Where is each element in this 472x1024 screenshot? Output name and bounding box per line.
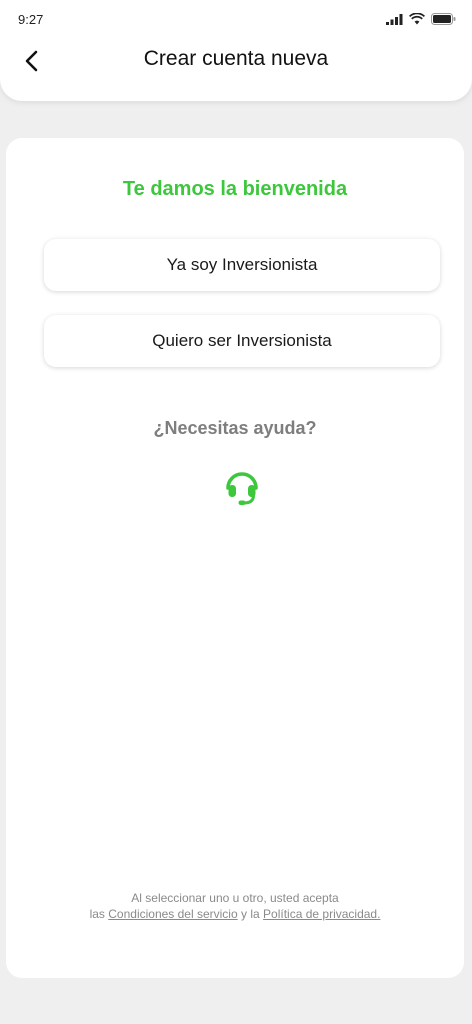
terms-conjunction: y la [241,907,260,921]
page-title: Crear cuenta nueva [143,47,329,70]
top-header: 9:27 Crear cuenta nueva [0,0,472,101]
help-heading: ¿Necesitas ayuda? [153,418,317,438]
signal-icon [386,13,403,25]
terms-prefix: las [89,907,105,921]
wifi-icon [409,13,425,25]
become-investor-button[interactable]: Quiero ser Inversionista [44,315,440,367]
welcome-heading: Te damos la bienvenida [122,178,348,200]
battery-icon [431,13,456,25]
privacy-policy-link[interactable]: Política de privacidad. [263,907,380,921]
status-bar: 9:27 [0,0,472,38]
terms-notice: Al seleccionar uno u otro, usted acepta … [6,890,464,922]
terms-of-service-link[interactable]: Condiciones del servicio [108,907,237,921]
status-time: 9:27 [18,12,44,27]
existing-investor-button[interactable]: Ya soy Inversionista [44,239,440,291]
status-icons [386,12,456,26]
terms-line-1: Al seleccionar uno u otro, usted acepta [131,891,339,905]
help-button[interactable] [222,466,262,506]
headset-icon [226,472,258,505]
welcome-card: Te damos la bienvenida Ya soy Inversioni… [6,138,464,978]
